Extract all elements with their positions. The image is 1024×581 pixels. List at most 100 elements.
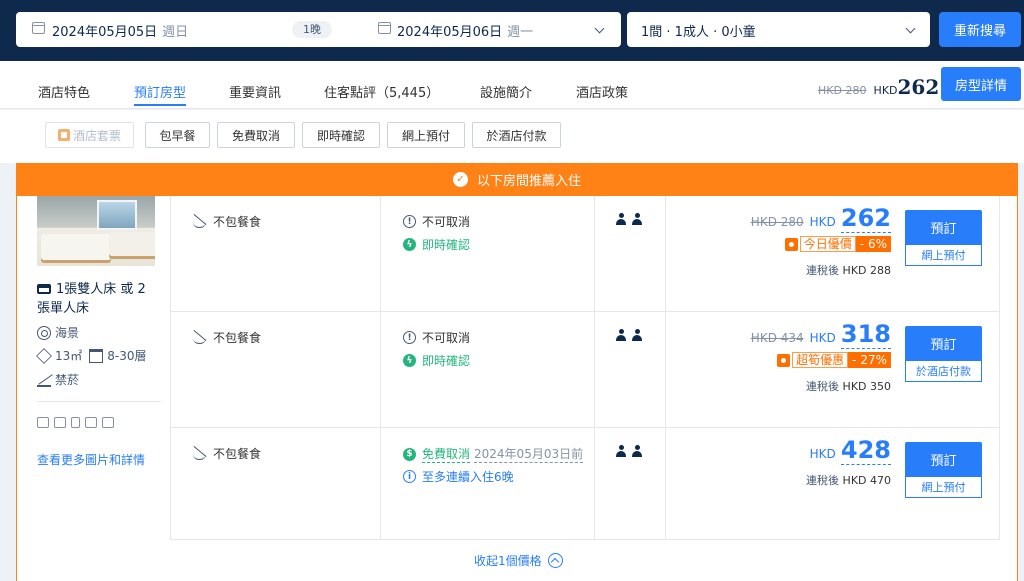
- currency: HKD: [809, 331, 836, 345]
- room-size: 13㎡ 8-30層: [36, 347, 147, 364]
- floor-icon: [89, 348, 104, 363]
- check-circle-icon: ✓: [452, 172, 468, 187]
- tab-important-info[interactable]: 重要資訊: [229, 82, 281, 101]
- checkin-date-value: 2024年05月05日: [52, 25, 158, 40]
- tax-price-value: HKD 288: [842, 264, 891, 277]
- bed-type: 1張雙人床 或 2張單人床: [37, 280, 155, 318]
- amenity-icons: [37, 417, 114, 428]
- filter-instant-confirm[interactable]: 即時確認: [302, 122, 380, 148]
- rate-price: HKD 434 HKD 318: [750, 320, 891, 349]
- cancel-policy-label: 不可取消: [422, 331, 471, 345]
- filter-prepay[interactable]: 網上預付: [387, 122, 465, 148]
- instant-confirm: ϟ 即時確認: [403, 352, 470, 369]
- room-smoking-label: 禁菸: [55, 373, 80, 387]
- guests-value: 1間 · 1成人 · 0小童: [641, 25, 756, 40]
- tab-room-types[interactable]: 預訂房型: [134, 82, 187, 106]
- room-smoking: 禁菸: [37, 371, 79, 388]
- occupancy: [616, 445, 642, 457]
- deal-label: 超筍優惠: [792, 352, 849, 368]
- price-value[interactable]: 318: [840, 320, 891, 349]
- bed-type-label: 1張雙人床 或 2張單人床: [37, 282, 146, 316]
- occupancy: [616, 213, 642, 225]
- divider: [37, 401, 161, 402]
- no-meal-icon: [193, 332, 206, 344]
- shower-icon: [85, 417, 97, 428]
- checkout-weekday: 週一: [507, 25, 534, 40]
- checkout-date[interactable]: 2024年05月06日 週一: [397, 21, 533, 40]
- header-currency: HKD: [873, 84, 898, 97]
- deal-badge: 今日優價 - 6%: [784, 236, 891, 252]
- free-cancel-label: 免費取消: [422, 447, 471, 463]
- room-details-button[interactable]: 房型詳情: [941, 67, 1021, 101]
- price-value[interactable]: 262: [840, 204, 891, 233]
- room-view-label: 海景: [55, 326, 80, 340]
- collapse-prices-link[interactable]: 收起1個價格: [474, 552, 563, 569]
- filter-breakfast[interactable]: 包早餐: [145, 122, 210, 148]
- person-icon: [632, 213, 642, 225]
- rate-row: 不包餐食 ! 不可取消 ϟ 即時確認 HKD 434 HKD 318 超筍優惠 - 27…: [171, 312, 999, 428]
- calendar-icon: [32, 22, 45, 34]
- book-group: 預訂 網上預付: [905, 210, 982, 266]
- chevron-down-icon[interactable]: [594, 23, 605, 34]
- occupancy: [616, 329, 642, 341]
- fridge-icon: [71, 417, 80, 428]
- old-price: HKD 434: [750, 331, 804, 345]
- tab-hotel-features[interactable]: 酒店特色: [38, 82, 90, 101]
- chevron-up-circle-icon: [547, 553, 563, 568]
- package-icon: [57, 129, 70, 141]
- view-icon: [37, 325, 51, 340]
- chevron-down-icon[interactable]: [905, 23, 916, 34]
- tab-policies[interactable]: 酒店政策: [576, 82, 628, 101]
- tab-facilities[interactable]: 設施簡介: [480, 82, 532, 101]
- filter-hotel-package[interactable]: 酒店套票: [45, 122, 134, 148]
- payment-type: 網上預付: [905, 476, 982, 498]
- rate-table: 不包餐食 ! 不可取消 ϟ 即時確認 HKD 280 HKD 262 今日優價 - 6%…: [170, 196, 1000, 540]
- guests-selector[interactable]: 1間 · 1成人 · 0小童: [627, 12, 930, 47]
- header-old-price: HKD 280: [818, 84, 867, 97]
- free-cancel-policy[interactable]: $ 免費取消 2024年05月03日前: [403, 445, 584, 463]
- free-cancel-icon: $: [403, 447, 416, 461]
- info-icon: !: [403, 215, 416, 228]
- tax-price: 連稅後 HKD 288: [806, 262, 891, 278]
- date-range-picker[interactable]: 2024年05月05日 週日 1晚 2024年05月06日 週一: [16, 12, 621, 47]
- room-photo[interactable]: [37, 196, 155, 266]
- photo-bed: [109, 232, 155, 256]
- book-group: 預訂 於酒店付款: [905, 326, 982, 382]
- filter-pay-at-hotel[interactable]: 於酒店付款: [472, 122, 561, 148]
- meal-info: 不包餐食: [193, 445, 261, 462]
- kettle-icon: [54, 417, 66, 428]
- book-button[interactable]: 預訂: [905, 210, 982, 244]
- book-button[interactable]: 預訂: [905, 442, 982, 476]
- rate-price: HKD 280 HKD 262: [751, 204, 891, 233]
- person-icon: [616, 329, 626, 341]
- meal-info: 不包餐食: [193, 329, 261, 346]
- search-button[interactable]: 重新搜尋: [939, 12, 1021, 47]
- tax-label: 連稅後: [806, 380, 840, 393]
- no-meal-icon: [193, 448, 206, 460]
- tax-price-value: HKD 350: [842, 380, 891, 393]
- meal-info: 不包餐食: [193, 213, 261, 230]
- cancel-policy-label: 不可取消: [422, 215, 471, 229]
- payment-type: 於酒店付款: [905, 360, 982, 382]
- recommended-banner: ✓ 以下房間推薦入住: [16, 163, 1018, 196]
- room-card: 1張雙人床 或 2張單人床 海景 13㎡ 8-30層 禁菸 查看更多圖片和詳情 不…: [16, 196, 1018, 581]
- more-photos-link[interactable]: 查看更多圖片和詳情: [37, 451, 145, 468]
- book-group: 預訂 網上預付: [905, 442, 982, 498]
- filter-bar: 酒店套票 包早餐 免費取消 即時確認 網上預付 於酒店付款: [0, 110, 1024, 163]
- tab-reviews[interactable]: 住客點評（5,445）: [324, 82, 439, 101]
- instant-confirm-label: 即時確認: [422, 354, 471, 368]
- currency: HKD: [809, 215, 836, 229]
- calendar-icon: [378, 22, 391, 34]
- nights-badge: 1晚: [292, 21, 332, 38]
- no-smoking-icon: [37, 373, 51, 387]
- filter-label: 酒店套票: [72, 128, 121, 143]
- checkin-date[interactable]: 2024年05月05日 週日: [52, 21, 188, 40]
- price-value[interactable]: 428: [840, 436, 891, 465]
- book-button[interactable]: 預訂: [905, 326, 982, 360]
- person-icon: [632, 445, 642, 457]
- tax-label: 連稅後: [806, 264, 840, 277]
- filter-free-cancel[interactable]: 免費取消: [217, 122, 295, 148]
- bed-icon: [37, 284, 51, 294]
- tax-price: 連稅後 HKD 350: [806, 378, 891, 394]
- header-price-value: 262: [897, 75, 940, 99]
